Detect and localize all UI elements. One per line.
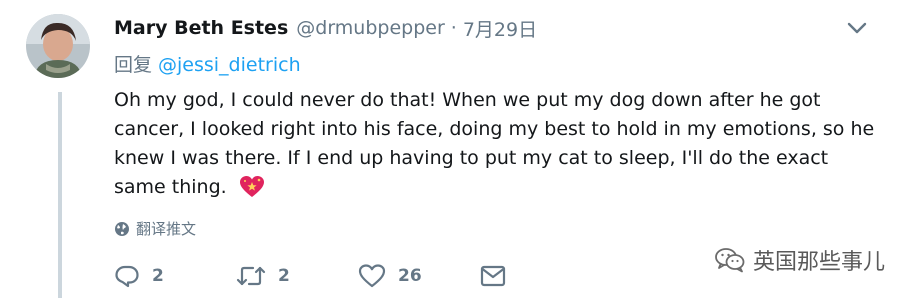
retweet-icon (236, 266, 266, 286)
translate-label: 翻译推文 (136, 220, 197, 238)
retweet-count: 2 (278, 266, 290, 286)
reply-button[interactable]: 2 (114, 264, 236, 288)
chevron-down-icon[interactable] (845, 18, 869, 38)
globe-icon (115, 221, 129, 236)
tweet-header: Mary Beth Estes @drmubpepper · 7月29日 (114, 14, 873, 42)
tweet-body: Oh my god, I could never do that! When w… (114, 89, 875, 198)
like-count: 26 (398, 266, 422, 286)
display-name[interactable]: Mary Beth Estes (114, 17, 288, 39)
tweet-date[interactable]: 7月29日 (463, 15, 537, 42)
tweet-text: Oh my god, I could never do that! When w… (114, 86, 884, 208)
direct-message-button[interactable] (480, 265, 506, 287)
like-button[interactable]: 26 (358, 264, 480, 288)
watermark: 英国那些事儿 (715, 244, 885, 276)
avatar[interactable] (26, 14, 90, 78)
reply-mention-link[interactable]: @jessi_dietrich (158, 54, 301, 76)
sparkling-heart-icon (239, 175, 265, 208)
retweet-button[interactable]: 2 (236, 264, 358, 288)
translate-tweet-link[interactable]: 翻译推文 (114, 218, 196, 239)
separator: · (450, 17, 457, 39)
reply-prefix: 回复 (114, 54, 153, 76)
reply-count: 2 (152, 266, 164, 286)
message-icon (480, 265, 506, 287)
reply-icon (115, 265, 139, 288)
watermark-text: 英国那些事儿 (752, 250, 885, 275)
like-icon (358, 264, 386, 288)
reply-context: 回复 @jessi_dietrich (114, 50, 301, 77)
thread-line (58, 92, 62, 298)
wechat-icon (715, 248, 745, 273)
user-handle[interactable]: @drmubpepper (296, 17, 445, 39)
tweet-actions: 2 2 26 (114, 262, 506, 290)
